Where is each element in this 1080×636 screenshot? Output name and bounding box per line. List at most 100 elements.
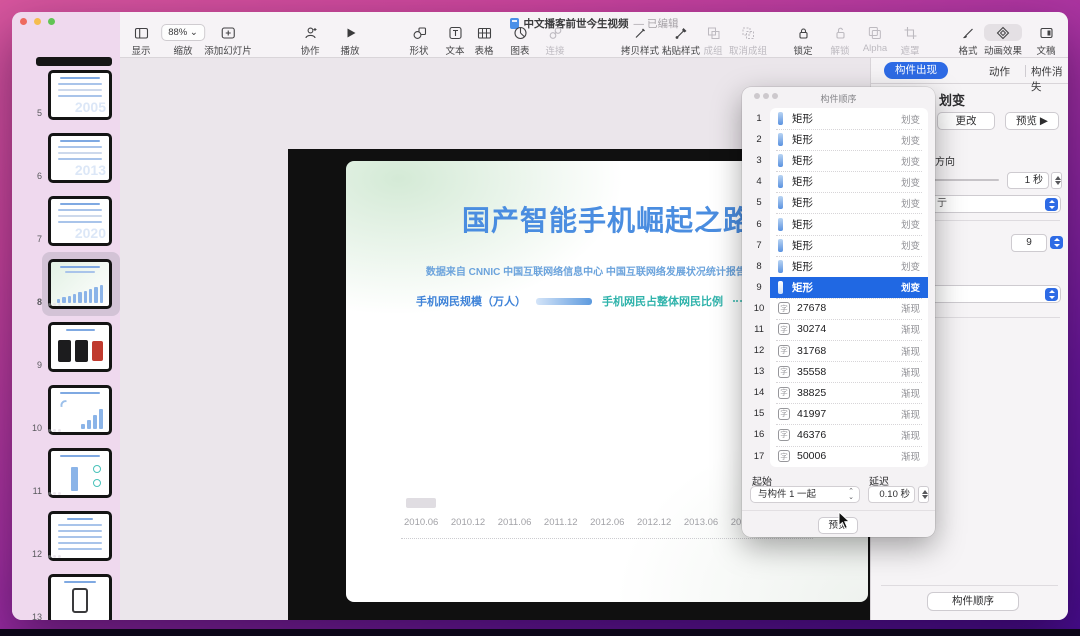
slide-thumbnail-7[interactable]: 2020: [48, 196, 112, 246]
build-order-button[interactable]: 构件顺序: [927, 592, 1019, 611]
group-button: 成组: [703, 24, 723, 57]
build-row[interactable]: 4 矩形 划变: [748, 171, 928, 193]
build-count-stepper[interactable]: [1050, 236, 1063, 249]
build-row[interactable]: 14 字 38825 渐现: [748, 382, 928, 404]
chart-legend[interactable]: 手机网民规模（万人） 手机网民占整体网民比例: [416, 293, 773, 309]
duration-field[interactable]: 1 秒: [1007, 172, 1049, 189]
build-count-field[interactable]: 9: [1011, 234, 1047, 252]
axis-baseline: [401, 538, 813, 539]
mouse-cursor: [838, 510, 852, 535]
ungroup-button: 取消成组: [729, 24, 767, 57]
build-row[interactable]: 3 矩形 划变: [748, 150, 928, 172]
preview-effect-button[interactable]: 预览 ▶: [1005, 112, 1059, 130]
keynote-window: 5 2005 6 2013 7 2020 8 9 10 11 12 13 中文播…: [12, 12, 1068, 620]
format-button[interactable]: 格式: [958, 24, 978, 57]
divider: [926, 317, 1060, 318]
build-row[interactable]: 15 字 41997 渐现: [748, 403, 928, 425]
direction-dropdown-fragment: 亍: [937, 198, 947, 209]
table-button[interactable]: 表格: [474, 24, 494, 57]
build-row[interactable]: 6 矩形 划变: [748, 213, 928, 235]
slide-thumbnail-partial[interactable]: [36, 57, 112, 66]
slide-thumbnail-6[interactable]: 2013: [48, 133, 112, 183]
alpha-button: Alpha: [863, 24, 887, 54]
animate-button[interactable]: 动画效果: [983, 24, 1023, 57]
shape-build-icon: [778, 217, 783, 231]
document-button[interactable]: 文稿: [1036, 24, 1056, 57]
build-row[interactable]: 10 字 27678 渐现: [748, 297, 928, 319]
collaborate-button[interactable]: 协作: [300, 24, 320, 57]
delivery-dropdown[interactable]: [926, 285, 1061, 303]
format-brush-icon: [958, 24, 977, 41]
shape-build-icon: [778, 133, 783, 147]
mask-button: 遮罩: [900, 24, 920, 57]
slide-number: 10: [31, 423, 42, 433]
zoom-button[interactable]: [48, 18, 55, 25]
add-slide-button[interactable]: 添加幻灯片: [204, 24, 252, 57]
copy-style-icon: [621, 24, 659, 41]
text-build-icon: 字: [778, 428, 790, 441]
alpha-icon: [863, 24, 887, 41]
build-row[interactable]: 8 矩形 划变: [748, 255, 928, 277]
slide-thumbnail-9[interactable]: [48, 322, 112, 372]
shapes-icon: [409, 24, 428, 41]
chart-button[interactable]: 图表: [510, 24, 530, 57]
inspector-tabs: 构件出现 动作 构件消失: [871, 58, 1068, 93]
crop-icon: [900, 24, 919, 41]
slide-thumbnail-13[interactable]: [48, 574, 112, 620]
window-title-area: 中文播客前世今生视频 — 已编辑: [120, 16, 1068, 31]
copy-style-button[interactable]: 拷贝样式: [621, 24, 659, 57]
text-build-icon: 字: [778, 344, 790, 357]
build-progress-dots: [48, 303, 61, 306]
shapes-button[interactable]: 形状: [409, 24, 429, 57]
paste-style-icon: [662, 24, 700, 41]
slide-thumbnail-11[interactable]: [48, 448, 112, 498]
build-order-panel: 构件顺序 1 矩形 划变 2 矩形 划变 3 矩形 划变 4 矩形 划变 5 矩形 划变 6 矩形 划变…: [742, 87, 935, 537]
start-dropdown[interactable]: 与构件 1 一起 ⌃ ⌄: [750, 486, 860, 503]
build-row[interactable]: 12 字 31768 渐现: [748, 340, 928, 362]
build-row[interactable]: 11 字 30274 渐现: [748, 318, 928, 341]
slide-thumbnail-5[interactable]: 2005: [48, 70, 112, 120]
build-row[interactable]: 17 字 50006 渐现: [748, 445, 928, 467]
build-row[interactable]: 5 矩形 划变: [748, 192, 928, 214]
view-button[interactable]: 显示: [131, 24, 151, 57]
tab-build-out[interactable]: 构件消失: [1031, 64, 1068, 94]
toolbar: 中文播客前世今生视频 — 已编辑 显示 88% ⌄ 缩放 添加幻灯片 协作 播放…: [120, 12, 1068, 58]
x-tick: 2012.06: [590, 517, 625, 528]
tab-build-in[interactable]: 构件出现: [884, 62, 948, 79]
zoom-value[interactable]: 88% ⌄: [161, 24, 205, 41]
dropdown-stepper-icon: [1045, 288, 1058, 301]
effect-title: 划变: [939, 93, 966, 108]
close-button[interactable]: [20, 18, 27, 25]
slide-thumbnail-row: 13: [12, 574, 120, 620]
paste-style-button[interactable]: 粘贴样式: [662, 24, 700, 57]
build-row[interactable]: 16 字 46376 渐现: [748, 424, 928, 446]
chart-first-bar[interactable]: [406, 498, 436, 508]
text-button[interactable]: 文本: [445, 24, 465, 57]
duration-stepper[interactable]: [1051, 172, 1062, 189]
zoom-control[interactable]: 88% ⌄ 缩放: [161, 24, 205, 57]
slide-thumbnail-8[interactable]: [48, 259, 112, 309]
minimize-button[interactable]: [34, 18, 41, 25]
build-row[interactable]: 7 矩形 划变: [748, 234, 928, 256]
slide-number: 11: [32, 486, 42, 496]
build-row[interactable]: 1 矩形 划变: [748, 108, 928, 130]
slide-thumbnail-10[interactable]: [48, 385, 112, 435]
tab-action[interactable]: 动作: [989, 64, 1010, 79]
dropdown-stepper-icon: [1045, 198, 1058, 211]
screen-bottom-edge: [0, 629, 1080, 636]
direction-dropdown[interactable]: 亍: [926, 195, 1061, 213]
delay-stepper[interactable]: [918, 486, 929, 503]
shape-build-icon: [778, 280, 783, 294]
text-build-icon: 字: [778, 323, 790, 336]
delay-field[interactable]: 0.10 秒: [868, 486, 915, 503]
x-tick: 2011.06: [497, 517, 532, 528]
build-row[interactable]: 2 矩形 划变: [748, 129, 928, 151]
build-progress-dots: [48, 555, 61, 558]
slide-thumbnail-12[interactable]: [48, 511, 112, 561]
lock-button[interactable]: 锁定: [793, 24, 813, 57]
build-row[interactable]: 13 字 35558 渐现: [748, 361, 928, 383]
build-row-selected[interactable]: 9 矩形 划变: [748, 276, 928, 298]
play-button[interactable]: 播放: [340, 24, 360, 57]
change-effect-button[interactable]: 更改: [937, 112, 995, 130]
legend-bar-swatch: [536, 297, 592, 305]
